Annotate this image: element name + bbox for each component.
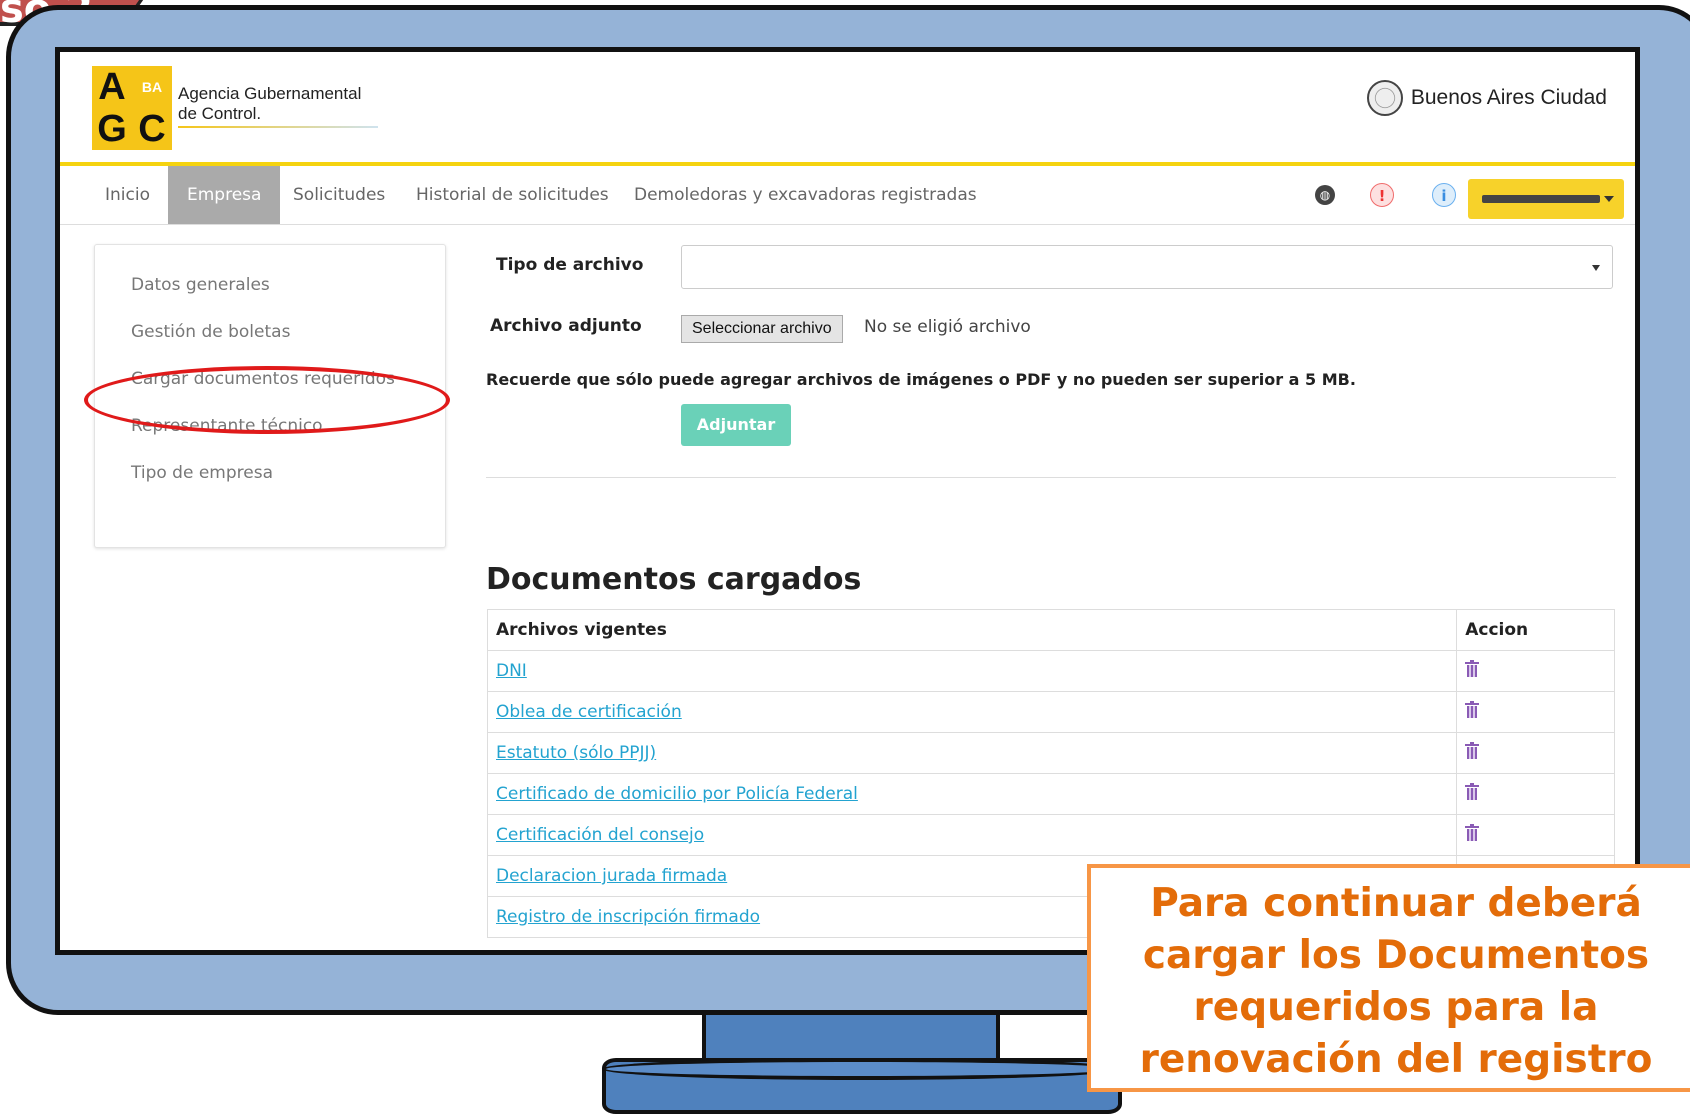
- header: A BA G C Agencia Gubernamental de Contro…: [60, 52, 1635, 166]
- agency-name: Agencia Gubernamental de Control.: [178, 84, 362, 123]
- document-link[interactable]: DNI: [496, 661, 527, 681]
- adjuntar-button[interactable]: Adjuntar: [681, 404, 791, 446]
- screen: A BA G C Agencia Gubernamental de Contro…: [55, 47, 1640, 955]
- document-link[interactable]: Certificación del consejo: [496, 825, 704, 845]
- table-row: Oblea de certificación: [486, 691, 1615, 733]
- sidebar-item-tipo-empresa[interactable]: Tipo de empresa: [131, 463, 273, 483]
- chevron-down-icon: [1604, 196, 1614, 202]
- trash-icon[interactable]: [1465, 824, 1480, 841]
- trash-icon[interactable]: [1465, 783, 1480, 800]
- document-link[interactable]: Oblea de certificación: [496, 702, 682, 722]
- user-menu-button[interactable]: [1468, 179, 1624, 219]
- archivo-adjunto-label: Archivo adjunto: [490, 316, 642, 336]
- sidebar-item-datos-generales[interactable]: Datos generales: [131, 275, 270, 295]
- sidebar-item-gestion-boletas[interactable]: Gestión de boletas: [131, 322, 290, 342]
- highlight-oval: [84, 366, 450, 434]
- nav-historial[interactable]: Historial de solicitudes: [397, 166, 628, 224]
- trash-icon[interactable]: [1465, 701, 1480, 718]
- divider: [486, 477, 1616, 478]
- agency-underline: [178, 126, 378, 128]
- nav-inicio[interactable]: Inicio: [86, 166, 169, 224]
- agc-logo: A BA G C: [92, 66, 172, 150]
- nav-empresa[interactable]: Empresa: [168, 166, 281, 224]
- table-row: Estatuto (sólo PPJJ): [486, 732, 1615, 774]
- document-link[interactable]: Registro de inscripción firmado: [496, 907, 760, 927]
- callout-text: Para continuar deberá cargar los Documen…: [1139, 881, 1653, 1082]
- dropdown-caret-icon: [1592, 265, 1600, 271]
- select-file-button[interactable]: Seleccionar archivo: [681, 315, 843, 343]
- tipo-archivo-select[interactable]: [681, 245, 1613, 289]
- documents-title: Documentos cargados: [486, 562, 862, 597]
- nav-solicitudes[interactable]: Solicitudes: [274, 166, 404, 224]
- col-archivos: Archivos vigentes: [486, 609, 1458, 651]
- trash-icon[interactable]: [1465, 742, 1480, 759]
- file-status: No se eligió archivo: [864, 317, 1031, 337]
- document-link[interactable]: Certificado de domicilio por Policía Fed…: [496, 784, 858, 804]
- city-seal-icon: [1366, 80, 1403, 116]
- table-row: Certificación del consejo: [486, 814, 1615, 856]
- monitor-base-top: [602, 1058, 1122, 1080]
- table-row: Certificado de domicilio por Policía Fed…: [486, 773, 1615, 815]
- top-nav: Inicio Empresa Solicitudes Historial de …: [60, 166, 1635, 225]
- globe-icon[interactable]: ◍: [1315, 185, 1335, 205]
- instruction-callout: Para continuar deberá cargar los Documen…: [1087, 864, 1690, 1092]
- alert-icon[interactable]: !: [1370, 183, 1394, 207]
- trash-icon[interactable]: [1465, 660, 1480, 677]
- table-header-row: Archivos vigentes Accion: [486, 609, 1615, 651]
- city-brand: Buenos Aires Ciudad: [1366, 80, 1607, 116]
- col-accion: Accion: [1456, 609, 1615, 651]
- city-name: Buenos Aires Ciudad: [1410, 86, 1607, 109]
- redacted-user-id: [1482, 195, 1600, 203]
- tipo-archivo-label: Tipo de archivo: [496, 255, 644, 275]
- nav-demoledoras[interactable]: Demoledoras y excavadoras registradas: [615, 166, 996, 224]
- document-link[interactable]: Estatuto (sólo PPJJ): [496, 743, 656, 763]
- table-row: DNI: [486, 650, 1615, 692]
- upload-notice: Recuerde que sólo puede agregar archivos…: [486, 370, 1356, 389]
- document-link[interactable]: Declaracion jurada firmada: [496, 866, 727, 886]
- info-icon[interactable]: i: [1432, 183, 1456, 207]
